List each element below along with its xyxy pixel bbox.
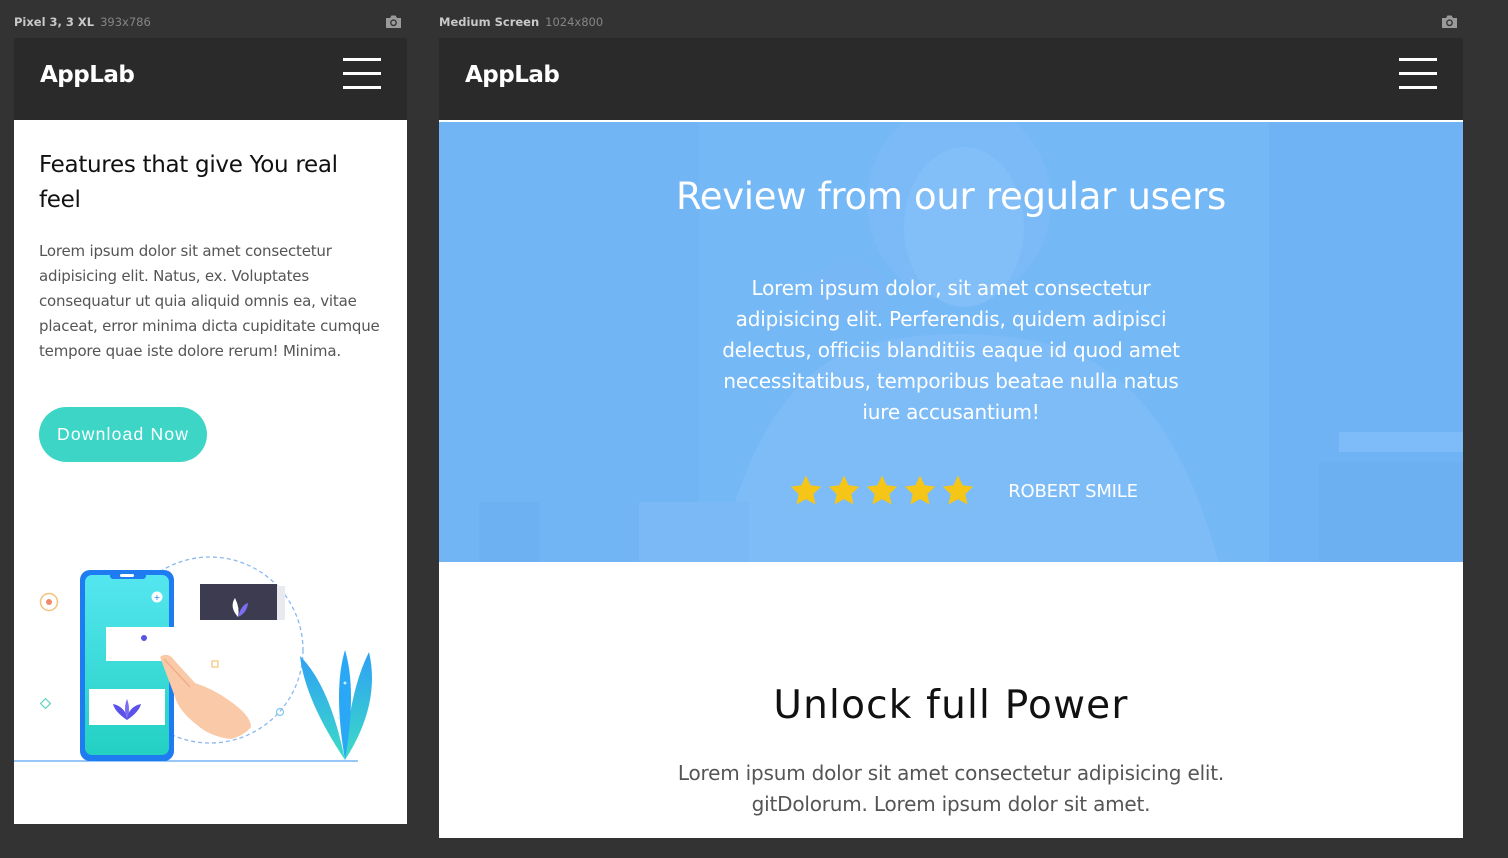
star-icon bbox=[866, 475, 898, 505]
device-label-medium: Medium Screen 1024x800 bbox=[439, 15, 603, 29]
unlock-text: Lorem ipsum dolor sit amet consectetur a… bbox=[677, 761, 1225, 816]
camera-icon[interactable] bbox=[1441, 14, 1458, 29]
reviewer-name: ROBERT SMILE bbox=[1008, 480, 1138, 502]
navbar: AppLab bbox=[439, 38, 1463, 120]
brand-logo[interactable]: AppLab bbox=[465, 62, 560, 88]
device-dims: 1024x800 bbox=[545, 15, 604, 29]
hamburger-menu-icon[interactable] bbox=[1399, 58, 1437, 90]
device-label-phone: Pixel 3, 3 XL 393x786 bbox=[14, 15, 151, 29]
device-dims: 393x786 bbox=[100, 15, 151, 29]
device-name: Medium Screen bbox=[439, 15, 540, 29]
star-icon bbox=[942, 475, 974, 505]
download-now-button[interactable]: Download Now bbox=[39, 407, 208, 462]
features-text: Lorem ipsum dolor sit amet consectetur a… bbox=[39, 242, 380, 360]
unlock-section: Unlock full Power Lorem ipsum dolor sit … bbox=[439, 683, 1463, 820]
medium-screen-preview: AppLab Review from our regular users Lor… bbox=[439, 38, 1463, 838]
brand-logo[interactable]: AppLab bbox=[40, 62, 135, 88]
navbar: AppLab bbox=[14, 38, 407, 120]
unlock-title: Unlock full Power bbox=[773, 683, 1129, 728]
review-quote: Lorem ipsum dolor, sit amet consectetur … bbox=[722, 276, 1180, 424]
svg-text:+: + bbox=[154, 593, 161, 602]
features-title: Features that give You real feel bbox=[39, 152, 338, 213]
review-section: Review from our regular users Lorem ipsu… bbox=[439, 120, 1463, 562]
features-section: Features that give You real feel Lorem i… bbox=[14, 120, 407, 462]
review-rating: ROBERT SMILE bbox=[439, 474, 1463, 508]
star-icon bbox=[904, 475, 936, 505]
phone-tap-illustration: + bbox=[14, 556, 372, 762]
star-icon bbox=[790, 475, 822, 505]
camera-icon[interactable] bbox=[385, 14, 402, 29]
review-title: Review from our regular users bbox=[675, 175, 1226, 218]
hamburger-menu-icon[interactable] bbox=[343, 58, 381, 90]
review-content: Review from our regular users Lorem ipsu… bbox=[439, 175, 1463, 508]
star-icon bbox=[828, 475, 860, 505]
device-name: Pixel 3, 3 XL bbox=[14, 15, 95, 29]
phone-preview: AppLab Features that give You real feel … bbox=[14, 38, 407, 824]
